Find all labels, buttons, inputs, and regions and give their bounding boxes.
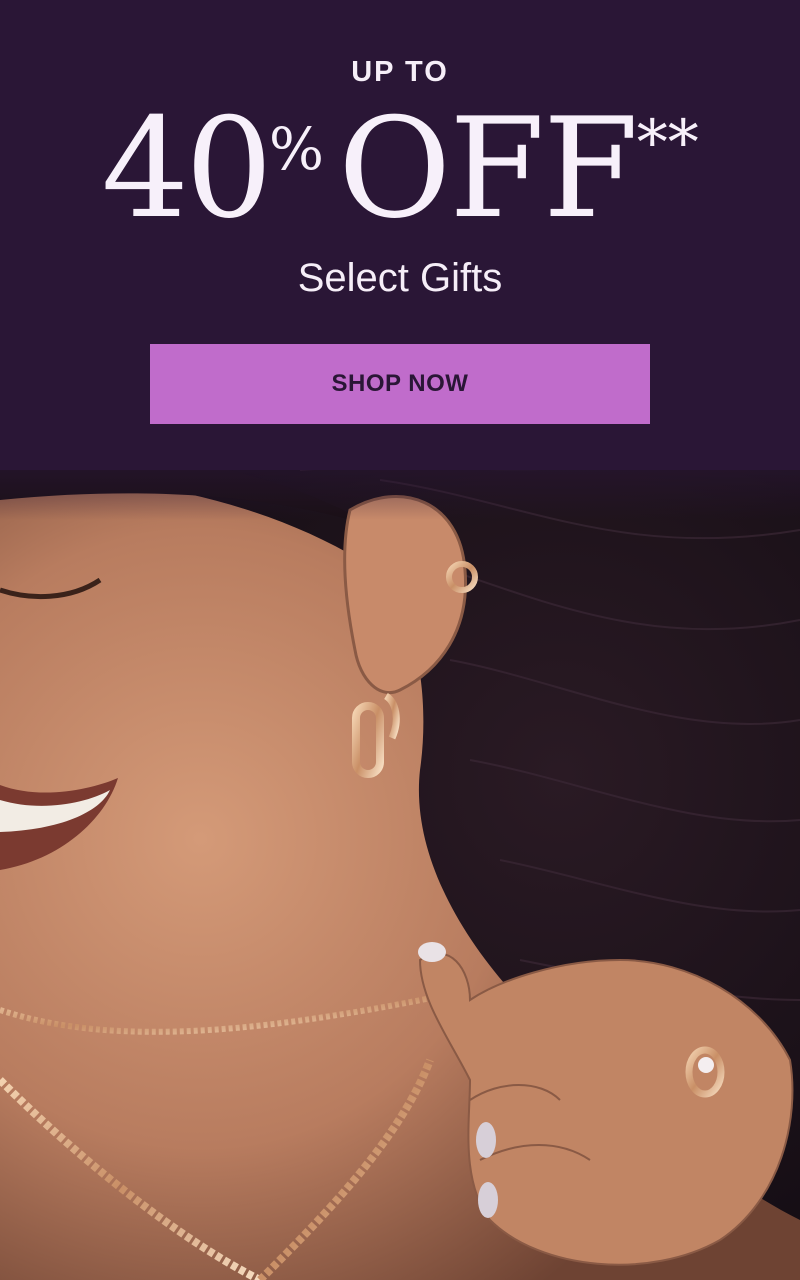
- fingernail-3: [478, 1182, 498, 1218]
- promo-eyebrow: UP TO: [351, 56, 449, 88]
- promo-headline: 40% OFF**: [0, 100, 800, 238]
- fingernail-2: [476, 1122, 496, 1158]
- ring-stone: [698, 1057, 714, 1073]
- promo-subheadline: Select Gifts: [297, 256, 503, 300]
- shop-now-button[interactable]: SHOP NOW: [150, 344, 650, 424]
- model-jewelry-photo[interactable]: [0, 440, 800, 1280]
- fingernail: [418, 942, 446, 962]
- disclaimer-asterisks: **: [636, 106, 699, 179]
- promo-banner[interactable]: UP TO 40% OFF** Select Gifts SHOP NOW: [0, 0, 800, 1280]
- promo-header: UP TO 40% OFF** Select Gifts SHOP NOW: [0, 0, 800, 470]
- discount-off-text: OFF: [338, 88, 639, 249]
- discount-number: 40: [101, 88, 273, 249]
- discount-percent-sign: %: [268, 115, 325, 183]
